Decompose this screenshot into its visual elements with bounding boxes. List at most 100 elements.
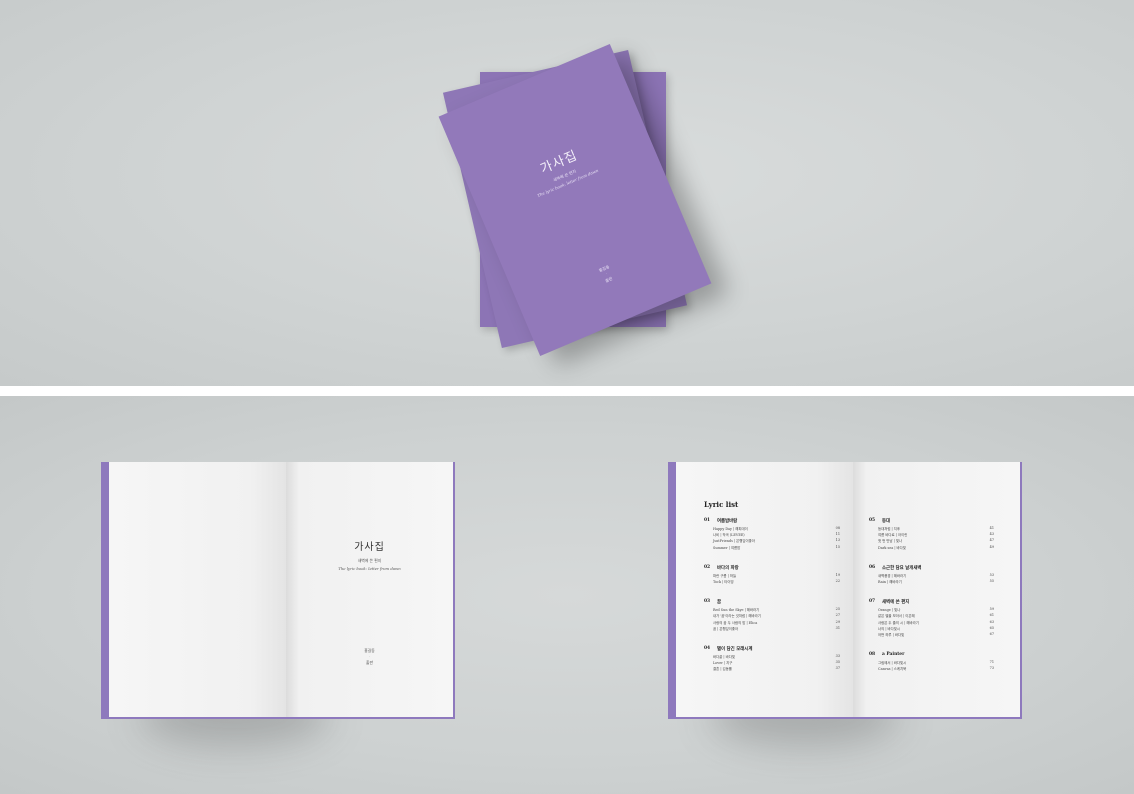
toc-page-number: 55 — [989, 578, 994, 583]
title-page: 가사집 새벽에 쓴 편지 The lyric book: letter from… — [286, 462, 453, 717]
toc-section: 05 등대 등대처럼 | 지후 41 여름 바다로 | 아이린 43 첫 번 만남 | 빛나… — [869, 518, 994, 551]
toc-page-number: 49 — [989, 544, 994, 549]
toc-song-title: 첫 번 만남 | 빛나 — [878, 539, 903, 544]
toc-page-number: 25 — [835, 607, 840, 612]
toc-section-name: 별이 담긴 모래시계 — [717, 646, 753, 652]
toc-section-name: 새벽에 쓴 편지 — [882, 600, 910, 606]
toc-song-title: 내가 '꿈'이라는 것처럼 | 해바라기 — [713, 614, 761, 619]
cover-separator: · — [605, 271, 608, 276]
lyric-list-heading: Lyric list — [704, 500, 739, 509]
toc-section-number: 07 — [869, 599, 876, 605]
toc-song-title: Happy Day | 해피데이 — [713, 527, 748, 531]
toc-song-title: 바다끝 | 바다빛 — [713, 654, 736, 659]
toc-page-number: 41 — [989, 526, 994, 530]
toc-song-row: Rain | 해바라기 55 — [869, 579, 994, 585]
title-page-subtitle-ko: 새벽에 쓴 편지 — [357, 558, 382, 563]
toc-song-title: 어떤 하루 | 바다빛 — [878, 632, 905, 637]
toc-page-number: 35 — [835, 660, 840, 665]
toc-page-number: 11 — [835, 532, 840, 537]
toc-song-title: Rain | 해바라기 — [878, 579, 902, 584]
toc-song-title: 새벽풍경 | 해바라기 — [878, 573, 907, 578]
toc-section-number: 02 — [704, 564, 711, 570]
toc-section-name: 바다의 파랑 — [717, 565, 739, 571]
toc-section-number: 01 — [704, 518, 711, 523]
toc-song-title: Canvas | 스케치북 — [878, 667, 907, 672]
toc-song-title: 같은 별을 보아서 | 이은혜 — [878, 614, 915, 619]
toc-song-title: 파란 구름 | 하늘 — [713, 573, 737, 578]
toc-page-number: 29 — [835, 619, 840, 624]
toc-page-number: 59 — [989, 607, 994, 612]
open-books-scene: 가사집 새벽에 쓴 편지 The lyric book: letter from… — [0, 396, 1134, 794]
toc-song-row: 어떤 하루 | 바다빛 67 — [869, 632, 994, 638]
toc-song-row: Summer | 여름밤 15 — [704, 545, 840, 551]
toc-section-header: 01 여름밤바람 — [704, 518, 840, 526]
toc-page-number: 08 — [835, 526, 840, 530]
toc-song-title: 사랑의 꿈 두 사람의 밤 | Elica — [713, 620, 758, 625]
toc-section-name: a Painter — [882, 652, 905, 658]
toc-section-name: 여름밤바람 — [717, 519, 738, 524]
toc-song-row: Canvas | 스케치북 73 — [869, 666, 994, 672]
toc-section-header: 05 등대 — [869, 518, 994, 526]
toc-song-title: 결혼 | 김동률 — [713, 667, 732, 672]
toc-section-header: 02 바다의 파랑 — [704, 565, 840, 573]
toc-page-number: 65 — [989, 625, 994, 630]
toc-page-number: 61 — [989, 613, 994, 618]
toc-page-number: 53 — [989, 572, 994, 577]
toc-song-title: Tock | 타이밍 — [713, 579, 734, 584]
toc-page-number: 67 — [989, 631, 994, 636]
toc-section: 04 별이 담긴 모래시계 바다끝 | 바다빛 33 Lover | 지구 35 결혼 | … — [704, 646, 840, 673]
toc-song-title: 여름 바다로 | 아이린 — [878, 533, 908, 538]
toc-section-name: 소근한 담요 날개새벽 — [882, 565, 922, 571]
toc-section-header: 04 별이 담긴 모래시계 — [704, 646, 840, 654]
toc-section: 02 바다의 파랑파란 구름 | 하늘 19 Tock | 타이밍 22 — [704, 565, 840, 585]
toc-song-title: Orange | 빛나 — [878, 608, 901, 613]
toc-page-number: 37 — [835, 666, 840, 671]
toc-page-number: 73 — [989, 666, 994, 671]
toc-page-number: 15 — [835, 544, 840, 549]
toc-section-number: 04 — [704, 645, 711, 651]
toc-section-number: 06 — [869, 564, 876, 570]
toc-section-number: 08 — [869, 652, 876, 658]
toc-song-title: 너의 | 바다빛시 — [878, 626, 901, 631]
toc-section-name: 등대 — [882, 519, 891, 524]
toc-page-number: 22 — [835, 578, 840, 583]
lyric-list-left-column: 01 여름밤바람 Happy Day | 해피데이 08 나비 | 작곡 (LEVEE)… — [704, 518, 840, 686]
toc-song-title: Dark sea | 바다빛 — [878, 545, 906, 550]
title-page-subtitle-en: The lyric book: letter from dawn — [338, 566, 401, 571]
toc-song-title: 그림에서 | 바다빛시 — [878, 661, 907, 666]
title-page-publisher: 출판 — [366, 660, 373, 665]
toc-song-title: 사랑은 두 줄의 시 | 해바라기 — [878, 620, 919, 625]
toc-page-number: 27 — [835, 613, 840, 618]
toc-song-title: 나비 | 작곡 (LEVEE) — [713, 533, 745, 538]
title-page-title: 가사집 — [354, 542, 385, 553]
toc-section: 03 꿈 Red Sun the Skye | 해바라기 25 내가 '꿈'이라는 것처… — [704, 599, 840, 632]
toc-song-title: Lover | 지구 — [713, 661, 733, 666]
cover-author: 홍길동 — [598, 264, 611, 274]
toc-song-title: JustFriends | 은행잎이좋아 — [713, 539, 755, 544]
stacked-books-scene: 가사집 새벽에 쓴 편지 The lyric book: letter from… — [0, 0, 1134, 386]
toc-song-title: 등대처럼 | 지후 — [878, 527, 901, 531]
toc-song-title: Red Sun the Skye | 해바라기 — [713, 608, 760, 613]
lyric-list-right-column: 05 등대 등대처럼 | 지후 41 여름 바다로 | 아이린 43 첫 번 만남 | 빛나… — [869, 518, 994, 686]
toc-page-number: 47 — [989, 538, 994, 543]
toc-page-number: 31 — [835, 625, 840, 630]
toc-section: 01 여름밤바람 Happy Day | 해피데이 08 나비 | 작곡 (LEVEE)… — [704, 518, 840, 551]
toc-page-number: 19 — [835, 572, 840, 577]
toc-page-number: 63 — [989, 619, 994, 624]
toc-song-row: Dark sea | 바다빛 49 — [869, 545, 994, 551]
toc-page-number: 43 — [989, 532, 994, 537]
toc-section-name: 꿈 — [717, 600, 722, 606]
toc-section: 06 소근한 담요 날개새벽새벽풍경 | 해바라기 53 Rain | 해바라기 55 — [869, 565, 994, 585]
toc-page-number: 71 — [989, 660, 994, 665]
toc-song-row: 꿈 | 은행잎이좋아 31 — [704, 626, 840, 632]
toc-page-number: 13 — [835, 538, 840, 543]
toc-song-title: 꿈 | 은행잎이좋아 — [713, 626, 739, 631]
title-page-separator: · — [369, 654, 370, 658]
toc-section-header: 03 꿈 — [704, 599, 840, 607]
toc-section-number: 03 — [704, 599, 711, 605]
left-page-blank — [109, 462, 286, 717]
toc-section-header: 06 소근한 담요 날개새벽 — [869, 565, 994, 573]
toc-song-row: 결혼 | 김동률 37 — [704, 666, 840, 672]
toc-page-number: 33 — [835, 653, 840, 658]
toc-song-row: Tock | 타이밍 22 — [704, 579, 840, 585]
